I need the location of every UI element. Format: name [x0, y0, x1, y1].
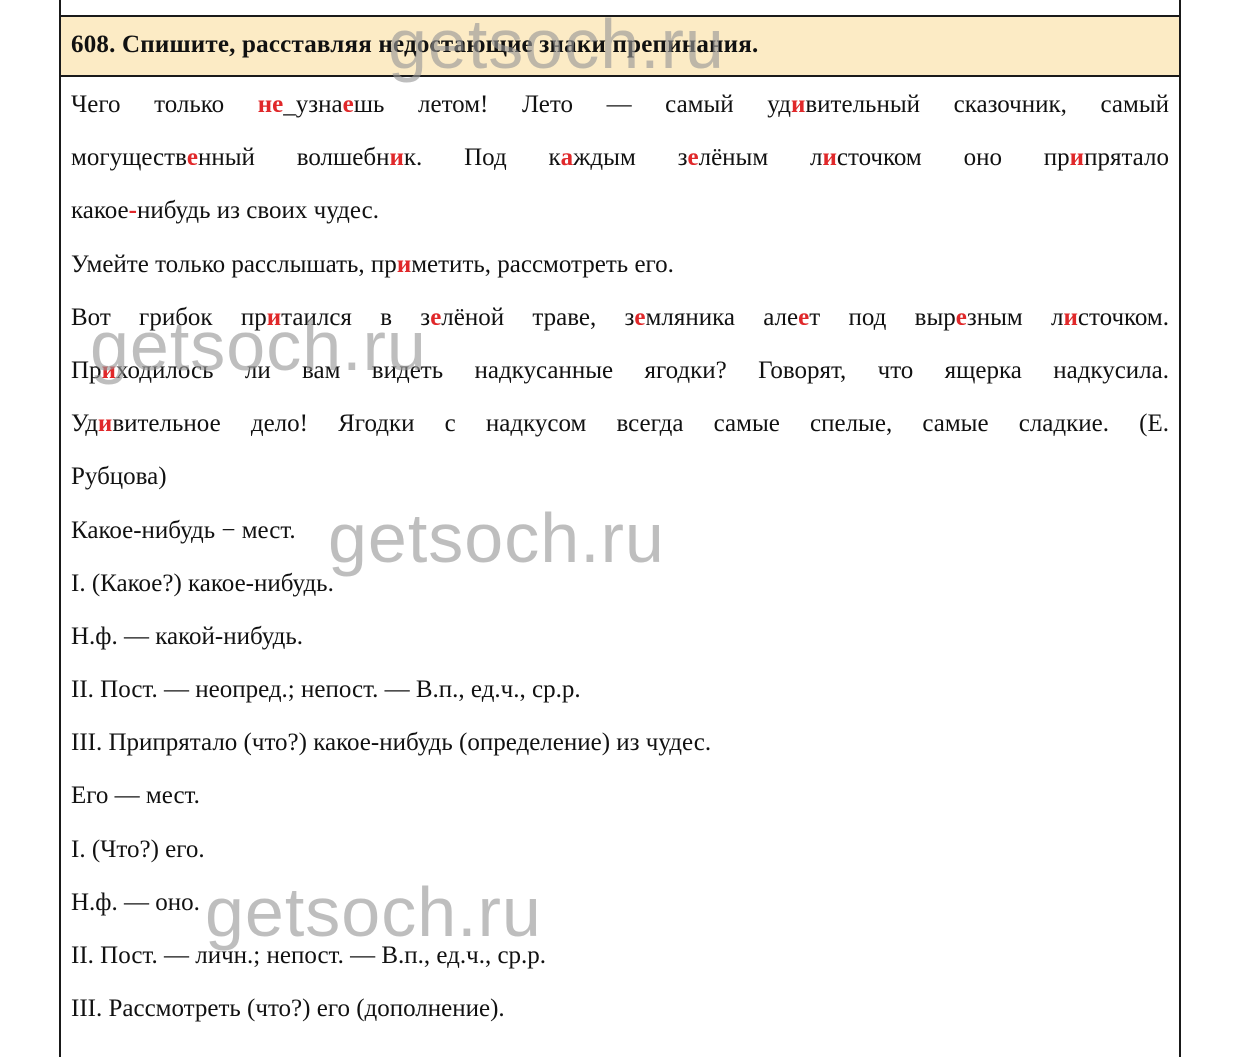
text-segment: нный волшебн: [197, 144, 390, 172]
text-segment: шь летом! Лето — самый уд: [353, 91, 791, 118]
text-line: Умейте только расслышать, приметить, рас…: [71, 238, 1169, 291]
text-line: Чего только не_узнаешь летом! Лето — сам…: [71, 78, 1169, 131]
text-segment: III. Припрятало (что?) какое-нибудь (опр…: [71, 729, 712, 757]
text-segment: Н.ф. — какой-нибудь.: [71, 622, 304, 650]
text-line: I. (Что?) его.: [71, 823, 1169, 876]
text-segment: таился в з: [281, 303, 431, 331]
text-line: III. Рассмотреть (что?) его (дополнение)…: [71, 982, 1169, 1035]
text-segment: ждым з: [573, 144, 688, 172]
exercise-title: 608. Спишите, расставляя недостающие зна…: [71, 31, 759, 58]
highlighted-letter: е: [430, 303, 442, 331]
text-line: Н.ф. — оно.: [71, 876, 1169, 929]
text-line: II. Пост. — неопред.; непост. — В.п., ед…: [71, 663, 1169, 716]
highlighted-letter: -: [128, 197, 137, 225]
text-segment: I. (Что?) его.: [71, 835, 205, 863]
text-line: Рубцова): [71, 450, 1169, 503]
text-segment: метить, рассмотреть его.: [411, 250, 674, 278]
highlighted-letter: и: [396, 250, 412, 278]
text-segment: Его — мест.: [71, 782, 200, 810]
highlighted-letter: е: [955, 303, 967, 331]
text-segment: ходилось ли вам видеть надкусанные ягодк…: [115, 356, 1169, 384]
text-segment: зным л: [966, 303, 1064, 331]
highlighted-letter: и: [790, 91, 806, 118]
text-line: II. Пост. — личн.; непост. — В.п., ед.ч.…: [71, 929, 1169, 982]
text-segment: Пр: [71, 356, 102, 384]
text-line: Удивительное дело! Ягодки с надкусом все…: [71, 397, 1169, 450]
text-segment: т под выр: [809, 303, 956, 331]
text-line: какое-нибудь из своих чудес.: [71, 184, 1169, 237]
exercise-header: 608. Спишите, расставляя недостающие зна…: [61, 15, 1179, 77]
text-segment: вительное дело! Ягодки с надкусом всегда…: [112, 410, 1169, 438]
text-line: могущественный волшебник. Под каждым зел…: [71, 131, 1169, 184]
text-segment: лёным л: [698, 144, 823, 172]
text-segment: нибудь из своих чудес.: [136, 197, 379, 225]
exercise-content: Чего только не_узнаешь летом! Лето — сам…: [71, 78, 1169, 1035]
highlighted-letter: не: [257, 91, 284, 118]
text-line: Его — мест.: [71, 769, 1169, 822]
text-segment: Умейте только расслышать, пр: [71, 250, 397, 278]
text-segment: Чего только: [71, 91, 258, 118]
text-segment: Н.ф. — оно.: [71, 888, 200, 916]
highlighted-letter: е: [186, 144, 198, 172]
text-line: Вот грибок притаился в зелёной траве, зе…: [71, 291, 1169, 344]
text-segment: Вот грибок пр: [71, 303, 267, 331]
text-segment: I. (Какое?) какое-нибудь.: [71, 569, 334, 597]
text-segment: III. Рассмотреть (что?) его (дополнение)…: [71, 995, 505, 1023]
document-frame: 608. Спишите, расставляя недостающие зна…: [59, 0, 1181, 1057]
text-line: Какое-нибудь − мест.: [71, 504, 1169, 557]
text-segment: II. Пост. — личн.; непост. — В.п., ед.ч.…: [71, 942, 547, 969]
highlighted-letter: е: [342, 91, 354, 118]
highlighted-letter: и: [266, 303, 282, 331]
text-line: Н.ф. — какой-нибудь.: [71, 610, 1169, 663]
text-line: Приходилось ли вам видеть надкусанные яг…: [71, 344, 1169, 397]
text-segment: _узна: [283, 91, 343, 118]
text-segment: сточком оно пр: [836, 144, 1070, 172]
text-line: I. (Какое?) какое-нибудь.: [71, 557, 1169, 610]
highlighted-letter: и: [101, 356, 116, 384]
highlighted-letter: и: [1069, 144, 1085, 172]
text-segment: прятало: [1084, 144, 1169, 172]
text-segment: могуществ: [71, 144, 187, 172]
text-segment: лёной траве, з: [441, 303, 635, 331]
highlighted-letter: е: [687, 144, 699, 172]
highlighted-letter: и: [822, 144, 837, 172]
text-segment: Рубцова): [71, 463, 167, 491]
text-segment: II. Пост. — неопред.; непост. — В.п., ед…: [71, 676, 581, 704]
text-segment: к. Под к: [403, 144, 561, 172]
text-segment: мляника але: [645, 303, 799, 331]
highlighted-letter: и: [389, 144, 404, 172]
text-segment: вительный сказочник, самый: [805, 91, 1169, 118]
text-line: III. Припрятало (что?) какое-нибудь (опр…: [71, 716, 1169, 769]
highlighted-letter: и: [1063, 303, 1078, 331]
highlighted-letter: е: [798, 303, 810, 331]
text-segment: Уд: [71, 410, 98, 438]
text-segment: сточком.: [1077, 303, 1169, 331]
text-segment: Какое-нибудь − мест.: [71, 516, 296, 544]
highlighted-letter: е: [634, 303, 646, 331]
highlighted-letter: и: [97, 410, 113, 438]
highlighted-letter: а: [560, 144, 574, 172]
text-segment: какое: [71, 197, 129, 225]
